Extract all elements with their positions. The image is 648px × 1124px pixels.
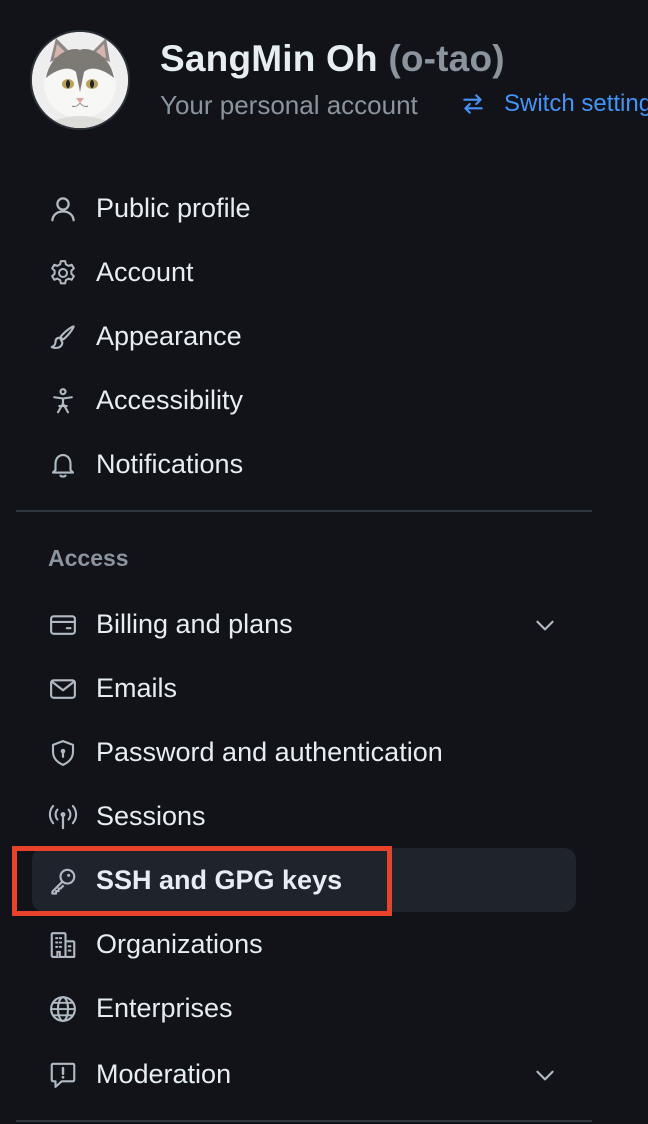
- paintbrush-icon: [46, 320, 80, 354]
- nav-item-ssh-and-gpg-keys[interactable]: SSH and GPG keys: [32, 848, 576, 912]
- nav-item-label: Moderation: [96, 1058, 232, 1089]
- globe-icon: [46, 992, 80, 1026]
- nav-item-label: Enterprises: [96, 992, 233, 1023]
- nav-item-notifications[interactable]: Notifications: [32, 432, 576, 496]
- nav-item-label: Organizations: [96, 928, 263, 959]
- key-icon: [46, 864, 80, 898]
- cat-avatar-image: [32, 32, 128, 128]
- section-divider: [16, 510, 592, 512]
- switch-settings-label: Switch settings: [504, 90, 648, 117]
- credit-card-icon: [46, 608, 80, 642]
- nav-item-label: Public profile: [96, 192, 251, 223]
- account-name: SangMin Oh (o-tao): [160, 38, 505, 80]
- nav-item-sessions[interactable]: Sessions: [32, 784, 576, 848]
- nav-item-label: Billing and plans: [96, 608, 293, 639]
- login-handle: (o-tao): [388, 38, 505, 79]
- person-icon: [46, 192, 80, 226]
- arrow-switch-icon: [463, 94, 483, 114]
- nav-item-accessibility[interactable]: Accessibility: [32, 368, 576, 432]
- nav-item-appearance[interactable]: Appearance: [32, 304, 576, 368]
- chevron-down-icon[interactable]: [532, 1062, 558, 1088]
- access-section-heading: Access: [48, 545, 129, 571]
- avatar[interactable]: [30, 30, 130, 130]
- nav-item-moderation[interactable]: Moderation: [32, 1042, 576, 1106]
- nav-item-public-profile[interactable]: Public profile: [32, 176, 576, 240]
- settings-sidebar-page: SangMin Oh (o-tao) Your personal account…: [0, 0, 648, 1124]
- organization-icon: [46, 928, 80, 962]
- nav-item-billing-and-plans[interactable]: Billing and plans: [32, 592, 576, 656]
- nav-item-password-and-authentication[interactable]: Password and authentication: [32, 720, 576, 784]
- nav-item-label: SSH and GPG keys: [96, 864, 343, 895]
- gear-icon: [46, 256, 80, 290]
- nav-item-label: Emails: [96, 672, 178, 703]
- nav-item-account[interactable]: Account: [32, 240, 576, 304]
- nav-item-label: Password and authentication: [96, 736, 443, 767]
- nav-item-emails[interactable]: Emails: [32, 656, 576, 720]
- display-name: SangMin Oh: [160, 38, 378, 79]
- mail-icon: [46, 672, 80, 706]
- chevron-down-icon[interactable]: [532, 612, 558, 638]
- account-subtitle: Your personal account: [160, 90, 418, 120]
- nav-item-label: Appearance: [96, 320, 242, 351]
- account-header: SangMin Oh (o-tao) Your personal account…: [30, 30, 648, 130]
- nav-item-label: Notifications: [96, 448, 244, 479]
- nav-item-enterprises[interactable]: Enterprises: [32, 976, 576, 1040]
- nav-item-organizations[interactable]: Organizations: [32, 912, 576, 976]
- report-icon: [46, 1058, 80, 1092]
- nav-item-label: Sessions: [96, 800, 206, 831]
- section-divider: [16, 1120, 592, 1122]
- bell-icon: [46, 448, 80, 482]
- broadcast-icon: [46, 800, 80, 834]
- switch-settings-link[interactable]: Switch settings: [460, 86, 648, 122]
- nav-item-label: Account: [96, 256, 194, 287]
- nav-item-label: Accessibility: [96, 384, 244, 415]
- shield-lock-icon: [46, 736, 80, 770]
- accessibility-icon: [46, 384, 80, 418]
